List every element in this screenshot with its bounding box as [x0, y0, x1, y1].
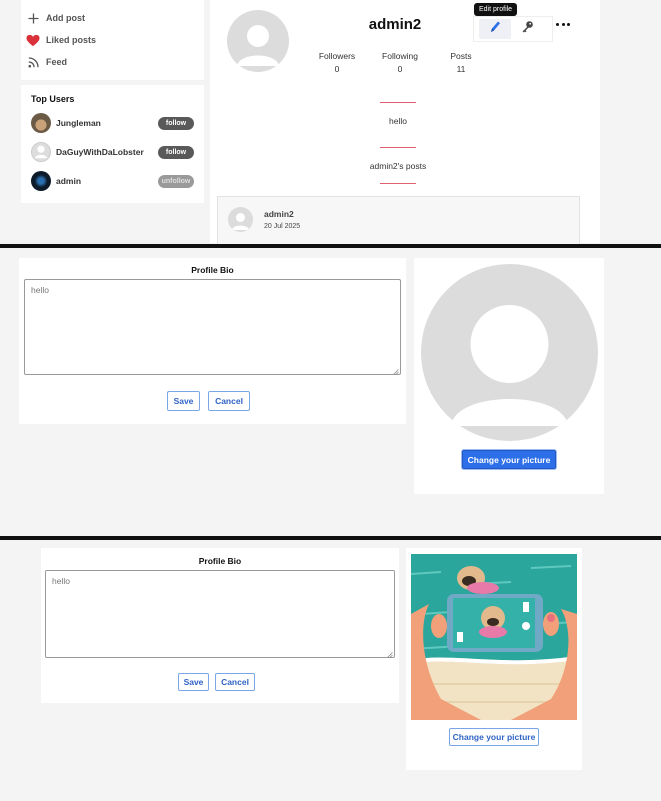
top-user-name[interactable]: DaGuyWithDaLobster — [56, 147, 158, 157]
bio-textarea[interactable]: hello — [24, 279, 401, 375]
unfollow-button[interactable]: unfollow — [158, 174, 194, 188]
cancel-button[interactable]: Cancel — [208, 391, 250, 411]
post-card[interactable] — [217, 196, 580, 244]
stat-following-label[interactable]: Following — [375, 51, 425, 61]
edit-profile-button[interactable] — [479, 19, 511, 39]
stat-posts-value: 11 — [456, 64, 466, 74]
plus-icon — [26, 11, 40, 25]
cancel-button[interactable]: Cancel — [215, 673, 255, 691]
sidebar-item-add-post[interactable]: Add post — [26, 11, 85, 25]
post-author[interactable]: admin2 — [264, 209, 294, 219]
top-user-row: Jungleman follow — [31, 112, 194, 134]
bio-textarea[interactable]: hello — [45, 570, 395, 658]
sidebar-item-liked-posts[interactable]: Liked posts — [26, 33, 96, 47]
edit-profile-tooltip: Edit profile — [474, 3, 518, 16]
key-icon — [521, 20, 534, 38]
more-options-icon[interactable] — [556, 19, 570, 29]
divider-line — [380, 183, 416, 184]
stat-followers-value: 0 — [334, 64, 340, 74]
top-user-name[interactable]: admin — [56, 176, 158, 186]
resize-handle-icon[interactable] — [393, 367, 399, 375]
avatar[interactable] — [228, 207, 253, 232]
change-picture-button[interactable]: Change your picture — [449, 728, 539, 746]
profile-picture-image — [411, 554, 577, 720]
follow-button[interactable]: follow — [158, 145, 194, 159]
sidebar-item-label: Feed — [46, 57, 68, 67]
follow-button[interactable]: follow — [158, 116, 194, 130]
screenshot-divider — [0, 244, 661, 248]
post-date: 20 Jul 2025 — [264, 223, 301, 230]
save-button[interactable]: Save — [178, 673, 209, 691]
top-users-title: Top Users — [31, 94, 75, 104]
top-user-row: DaGuyWithDaLobster follow — [31, 141, 194, 163]
stat-posts-label[interactable]: Posts — [436, 51, 486, 61]
divider-line — [380, 147, 416, 148]
top-user-name[interactable]: Jungleman — [56, 118, 158, 128]
stat-following-value: 0 — [397, 64, 403, 74]
heart-icon — [26, 33, 40, 47]
profile-picture-placeholder — [421, 264, 598, 441]
avatar[interactable] — [31, 113, 51, 133]
profile-bio-text: hello — [389, 116, 407, 126]
resize-handle-icon[interactable] — [387, 650, 393, 658]
bio-textarea-value: hello — [31, 285, 49, 295]
pencil-icon — [489, 20, 501, 39]
profile-username: admin2 — [368, 16, 422, 33]
divider-line — [380, 102, 416, 103]
save-button[interactable]: Save — [167, 391, 200, 411]
profile-avatar — [227, 10, 289, 72]
posts-heading: admin2's posts — [369, 161, 427, 171]
change-picture-button[interactable]: Change your picture — [462, 450, 556, 469]
screenshot-divider — [0, 536, 661, 540]
avatar[interactable] — [31, 171, 51, 191]
top-user-row: admin unfollow — [31, 170, 194, 192]
stat-followers-label[interactable]: Followers — [312, 51, 362, 61]
bio-textarea-value: hello — [52, 576, 70, 586]
sidebar-item-label: Liked posts — [46, 35, 97, 45]
rss-icon — [26, 55, 40, 69]
bio-form-title: Profile Bio — [198, 556, 242, 566]
bio-form-title: Profile Bio — [191, 265, 234, 275]
sidebar-item-feed[interactable]: Feed — [26, 55, 67, 69]
avatar[interactable] — [31, 142, 51, 162]
sidebar-item-label: Add post — [46, 13, 85, 23]
change-password-button[interactable] — [517, 19, 537, 39]
